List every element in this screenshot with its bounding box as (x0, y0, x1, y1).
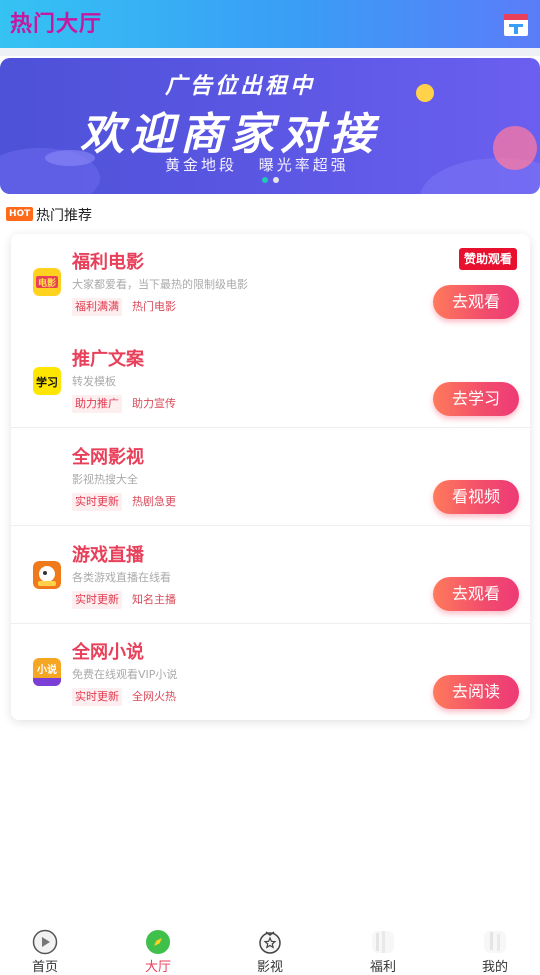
novel-icon: 小说 (33, 658, 61, 686)
watch-button[interactable]: 去观看 (433, 285, 519, 319)
item-title: 福利电影 (72, 252, 144, 273)
item-tag: 福利满满 (72, 298, 122, 316)
section-title: 热门推荐 (36, 208, 92, 224)
gift-icon (372, 931, 394, 953)
item-tag: 助力推广 (72, 395, 122, 413)
learn-button[interactable]: 去学习 (433, 382, 519, 416)
tab-label: 首页 (31, 960, 58, 975)
row-divider (11, 427, 530, 428)
banner-line-3: 黄金地段 曝光率超强 (165, 156, 349, 174)
item-desc: 免费在线观看VIP小说 (72, 668, 178, 681)
item-desc: 转发模板 (72, 375, 116, 388)
star-badge-icon (259, 931, 281, 954)
banner-headline: 欢迎商家对接 (80, 109, 380, 160)
item-tag: 热剧急更 (132, 495, 176, 508)
item-tag: 实时更新 (72, 591, 122, 609)
item-tag: 知名主播 (132, 593, 176, 606)
page-title: 热门大厅 (10, 12, 103, 37)
tab-label: 福利 (369, 960, 396, 975)
item-title: 推广文案 (72, 349, 144, 370)
item-title: 全网小说 (72, 642, 144, 663)
recommend-list: 电影 福利电影 大家都爱看，当下最热的限制级电影 福利满满 热门电影 赞助观看 … (11, 234, 530, 720)
tab-video[interactable]: 影视 (230, 920, 310, 975)
bottom-tabbar: 首页 大厅 影视 福利 我的 (0, 920, 540, 975)
item-desc: 影视热搜大全 (72, 473, 138, 486)
item-title: 全网影视 (72, 447, 144, 468)
tab-home[interactable]: 首页 (5, 920, 85, 975)
svg-text:小说: 小说 (36, 663, 57, 676)
svg-text:电影: 电影 (38, 277, 56, 289)
svg-text:学习: 学习 (36, 375, 58, 389)
item-title: 游戏直播 (72, 545, 144, 566)
tab-label: 影视 (256, 960, 283, 975)
app-header: 热门大厅 (0, 0, 540, 48)
banner-line-1: 广告位出租中 (165, 74, 316, 99)
hot-badge: HOT (6, 207, 34, 221)
list-item[interactable]: 学习 推广文案 转发模板 助力推广 助力宣传 去学习 (11, 331, 530, 428)
tab-hall[interactable]: 大厅 (118, 920, 198, 975)
compass-icon (146, 930, 170, 954)
play-icon (32, 929, 58, 955)
list-item[interactable]: 全网影视 影视热搜大全 实时更新 热剧急更 看视频 (11, 429, 530, 526)
list-item[interactable]: 游戏直播 各类游戏直播在线看 实时更新 知名主播 去观看 (11, 527, 530, 624)
sponsor-badge: 赞助观看 (458, 248, 517, 270)
tab-welfare[interactable]: 福利 (343, 920, 423, 975)
tab-label: 大厅 (144, 960, 171, 975)
game-icon (33, 561, 61, 589)
calendar-icon[interactable] (502, 10, 530, 38)
tab-mine[interactable]: 我的 (455, 920, 535, 975)
row-divider (11, 525, 530, 526)
item-desc: 各类游戏直播在线看 (72, 571, 171, 584)
read-button[interactable]: 去阅读 (433, 675, 519, 709)
watch-button[interactable]: 去观看 (433, 577, 519, 611)
list-item[interactable]: 小说 全网小说 免费在线观看VIP小说 实时更新 全网火热 去阅读 (11, 624, 530, 721)
item-desc: 大家都爱看，当下最热的限制级电影 (72, 278, 248, 291)
item-tag: 热门电影 (132, 300, 176, 313)
user-icon (484, 931, 506, 953)
film-icon: 电影 (33, 268, 61, 296)
carousel-dot[interactable] (273, 177, 279, 183)
video-button[interactable]: 看视频 (433, 480, 519, 514)
list-item[interactable]: 电影 福利电影 大家都爱看，当下最热的限制级电影 福利满满 热门电影 赞助观看 … (11, 234, 530, 331)
ad-banner[interactable]: 广告位出租中 欢迎商家对接 黄金地段 曝光率超强 (0, 58, 540, 194)
item-tag: 全网火热 (132, 690, 176, 703)
header-divider (0, 48, 540, 56)
carousel-dot-active[interactable] (262, 177, 268, 183)
item-tag: 助力宣传 (132, 397, 176, 410)
tab-label: 我的 (481, 960, 508, 975)
item-tag: 实时更新 (72, 688, 122, 706)
study-icon: 学习 (33, 367, 61, 395)
item-tag: 实时更新 (72, 493, 122, 511)
